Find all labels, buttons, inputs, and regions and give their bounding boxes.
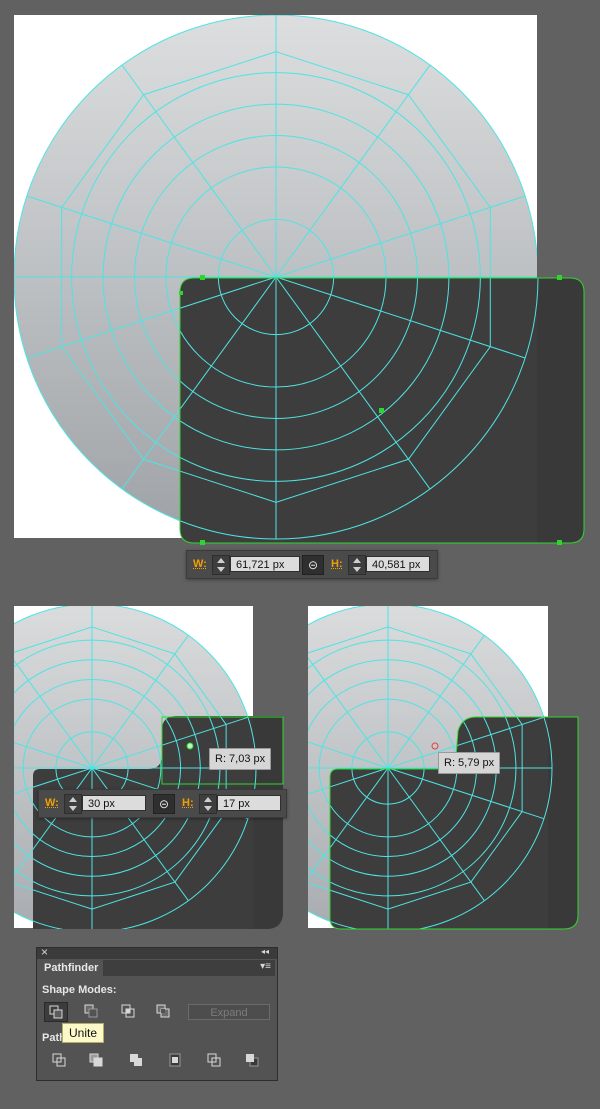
radius-tooltip-right: R: 5,79 px — [438, 752, 501, 774]
anchor-point[interactable] — [557, 275, 562, 280]
divide-button[interactable] — [49, 1051, 71, 1069]
center-point[interactable] — [379, 408, 384, 413]
stepper-up-icon[interactable] — [69, 797, 77, 802]
tab-pathfinder[interactable]: Pathfinder — [39, 960, 101, 976]
unite-button[interactable] — [44, 1002, 68, 1022]
radius-tooltip-left: R: 7,03 px — [209, 748, 272, 770]
close-icon[interactable]: × — [41, 945, 48, 959]
guide-spoke — [276, 65, 430, 277]
anchor-point[interactable] — [200, 540, 205, 545]
crop-icon — [169, 1053, 181, 1067]
guide-spoke — [33, 716, 93, 769]
expand-button[interactable]: Expand — [188, 1004, 270, 1020]
width-stepper[interactable] — [64, 794, 82, 814]
trim-button[interactable] — [86, 1051, 108, 1069]
width-label: W: — [45, 797, 59, 809]
transform-control-bar-left: W: 30 px ⊝ H: 17 px — [38, 789, 287, 818]
dark-rect-top-overlay — [27, 65, 585, 545]
minus-back-button[interactable] — [242, 1051, 264, 1069]
divide-icon — [52, 1053, 66, 1067]
guide-spoke — [27, 196, 276, 277]
unite-icon — [49, 1005, 63, 1019]
height-label: H: — [182, 797, 194, 809]
guide-spoke — [122, 65, 276, 277]
stepper-up-icon[interactable] — [217, 558, 225, 563]
stepper-down-icon[interactable] — [217, 567, 225, 572]
stepper-up-icon[interactable] — [204, 797, 212, 802]
collapse-icon[interactable]: ◂◂ — [261, 947, 269, 956]
merge-icon — [130, 1054, 142, 1066]
stepper-down-icon[interactable] — [204, 806, 212, 811]
exclude-button[interactable] — [152, 1002, 174, 1020]
outline-button[interactable] — [204, 1051, 226, 1069]
outline-icon — [207, 1053, 221, 1067]
intersect-button[interactable] — [117, 1002, 139, 1020]
trim-icon — [89, 1053, 103, 1067]
height-label: H: — [331, 558, 343, 570]
corner-widget[interactable] — [431, 742, 439, 750]
guide-spoke — [330, 717, 389, 769]
chain-link-icon[interactable]: ⊝ — [153, 794, 175, 814]
intersect-icon — [121, 1004, 135, 1018]
exclude-icon — [156, 1004, 170, 1018]
shape-modes-label: Shape Modes: — [42, 984, 117, 996]
pathfinder-panel: × ◂◂ Pathfinder ▾≡ Shape Modes: Expand P… — [36, 945, 278, 1081]
stepper-up-icon[interactable] — [353, 558, 361, 563]
minus-back-icon — [246, 1054, 259, 1067]
panel-title-bar: × ◂◂ — [37, 945, 277, 959]
height-input[interactable]: 17 px — [217, 795, 281, 811]
chain-link-icon[interactable]: ⊝ — [302, 555, 324, 575]
panel-menu-icon[interactable]: ▾≡ — [260, 961, 271, 972]
guide-spoke — [330, 717, 389, 769]
transform-control-bar-top: W: 61,721 px ⊝ H: 40,581 px — [186, 550, 438, 579]
anchor-point[interactable] — [557, 540, 562, 545]
merge-button[interactable] — [126, 1051, 148, 1069]
width-stepper[interactable] — [212, 555, 230, 575]
guide-spoke — [33, 716, 93, 769]
height-stepper[interactable] — [348, 555, 366, 575]
dark-compound-shape[interactable] — [330, 717, 578, 929]
anchor-point[interactable] — [200, 275, 205, 280]
anchor-point[interactable] — [179, 291, 183, 295]
width-input[interactable]: 61,721 px — [230, 556, 300, 572]
stepper-down-icon[interactable] — [353, 567, 361, 572]
corner-widget[interactable] — [186, 742, 194, 750]
guide-spoke — [276, 196, 525, 277]
height-input[interactable]: 40,581 px — [366, 556, 430, 572]
stepper-down-icon[interactable] — [69, 806, 77, 811]
crop-button[interactable] — [165, 1051, 187, 1069]
unite-tooltip: Unite — [62, 1023, 105, 1043]
minus-front-button[interactable] — [80, 1002, 102, 1020]
minus-front-icon — [84, 1004, 98, 1018]
width-input[interactable]: 30 px — [82, 795, 146, 811]
width-label: W: — [193, 558, 207, 570]
panel-tab-bar: ▾≡ — [103, 960, 275, 976]
height-stepper[interactable] — [199, 794, 217, 814]
